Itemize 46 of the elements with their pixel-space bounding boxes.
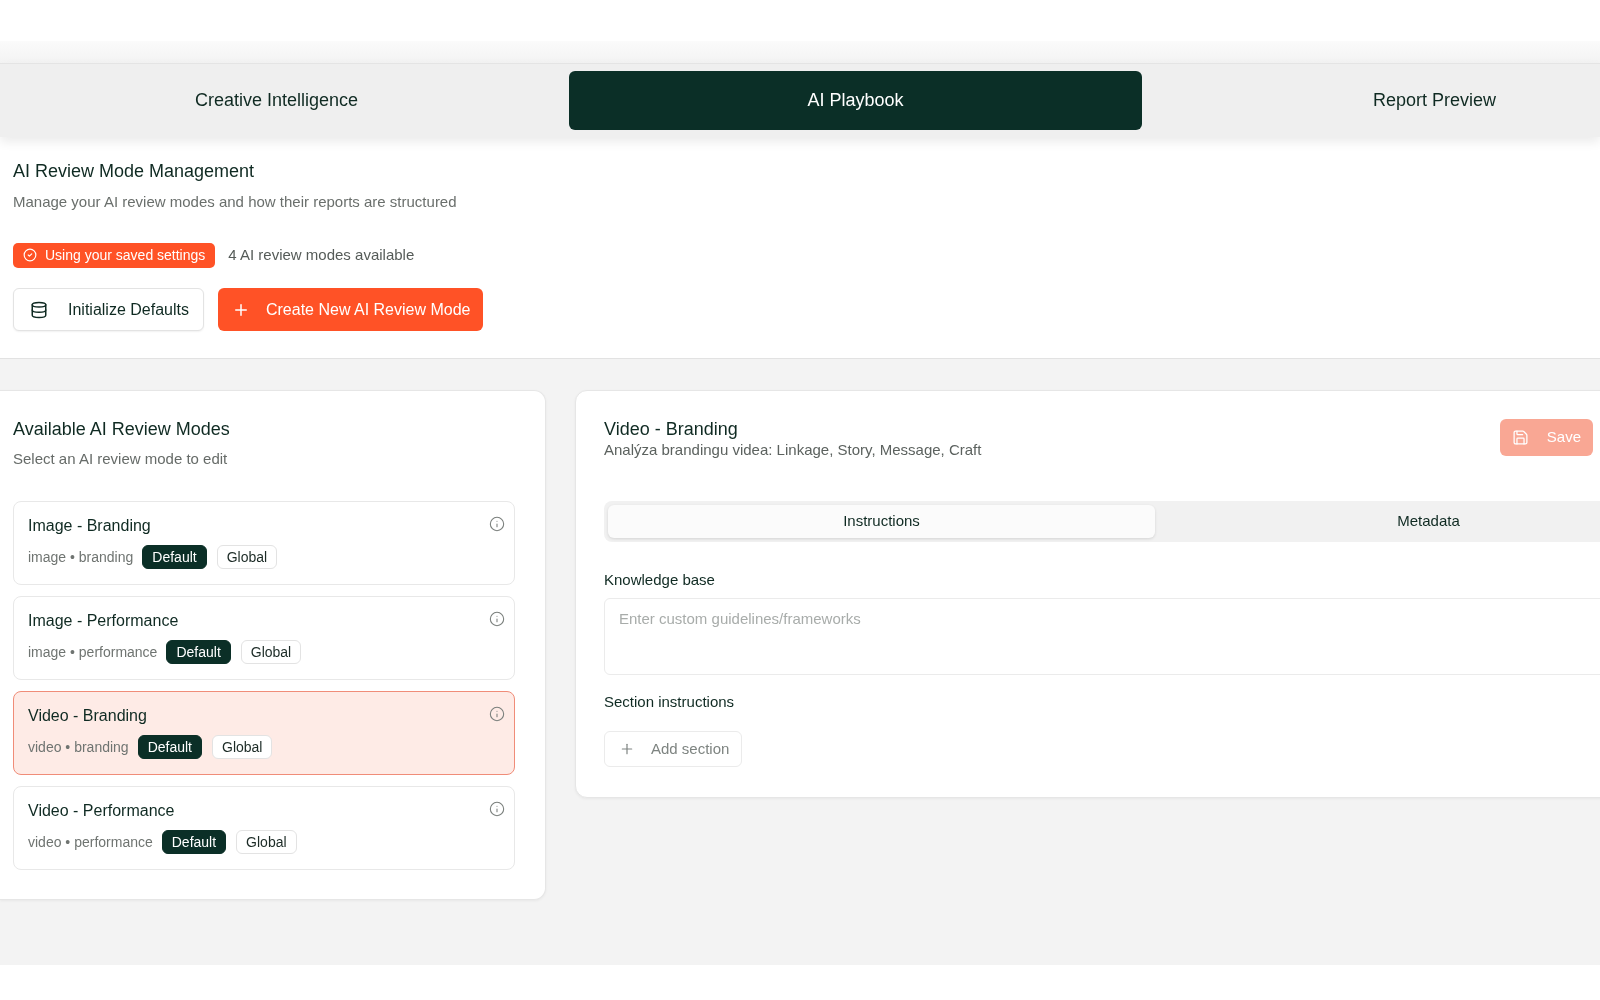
scope-tag: Global [212, 735, 273, 759]
default-tag: Default [137, 735, 202, 759]
mode-card[interactable]: Video - Branding video • branding Default Global [13, 691, 515, 775]
page-title: AI Review Mode Management [13, 160, 255, 183]
info-icon[interactable] [489, 801, 505, 817]
status-label: Using your saved settings [45, 245, 206, 265]
mode-name: Video - Branding [28, 706, 147, 726]
add-section-button[interactable]: Add section [604, 731, 743, 767]
editor-tab[interactable]: Instructions [608, 505, 1155, 538]
scope-tag: Global [236, 830, 297, 854]
mode-name: Image - Performance [28, 611, 179, 631]
editor-tab[interactable]: Metadata [1155, 505, 1600, 538]
default-tag: Default [166, 640, 231, 664]
mode-card[interactable]: Video - Performance video • performance Default Global [13, 786, 515, 870]
scope-tag: Global [216, 545, 278, 569]
knowledge-base-label: Knowledge base [604, 570, 715, 590]
mode-meta: video • branding [28, 737, 129, 757]
knowledge-base-field[interactable]: Enter custom guidelines/frameworks [604, 598, 1600, 675]
info-icon[interactable] [489, 516, 505, 532]
page-subtitle: Manage your AI review modes and how their reports are structured [13, 192, 457, 212]
mode-card[interactable]: Image - Performance image • performance Default Global [13, 596, 515, 680]
info-icon[interactable] [489, 706, 505, 722]
save-icon [1511, 429, 1529, 446]
nav-tab[interactable]: AI Playbook [569, 71, 1142, 130]
nav-tab[interactable]: Creative Intelligence [0, 71, 563, 130]
panel-subtitle: Select an AI review mode to edit [13, 449, 228, 469]
section-instructions-label: Section instructions [604, 692, 735, 712]
check-circle-icon [23, 248, 37, 262]
panel-title: Available AI Review Modes [13, 418, 230, 441]
editor-title: Video - Branding [604, 418, 738, 440]
info-icon[interactable] [489, 611, 505, 627]
mode-meta: image • performance [28, 642, 158, 662]
plus-icon [619, 741, 635, 757]
mode-name: Image - Branding [28, 516, 151, 536]
database-icon [30, 300, 48, 319]
scope-tag: Global [240, 640, 302, 664]
mode-meta: image • branding [28, 547, 134, 567]
mode-meta: video • performance [28, 832, 153, 852]
initialize-button[interactable]: Initialize Defaults [13, 288, 204, 331]
nav-tab[interactable]: Report Preview [1148, 71, 1600, 130]
editor-description: Analýza brandingu videa: Linkage, Story, Message, Craft [604, 440, 982, 460]
default-tag: Default [161, 830, 227, 854]
mode-count: 4 AI review modes available [228, 244, 415, 265]
default-tag: Default [142, 545, 207, 569]
mode-name: Video - Performance [28, 801, 175, 821]
mode-card[interactable]: Image - Branding image • branding Default Global [13, 501, 515, 585]
